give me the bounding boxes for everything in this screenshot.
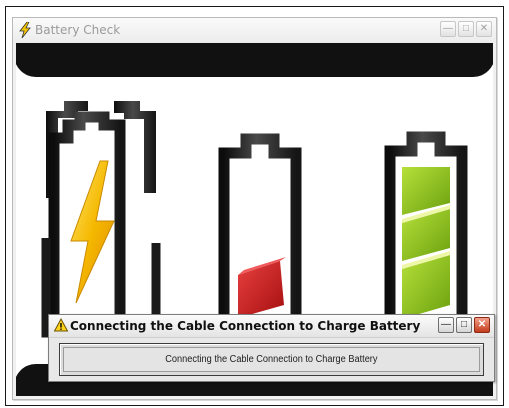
close-icon: ✕ [479,23,489,34]
status-inner: Connecting the Cable Connection to Charg… [63,347,480,372]
dialog-minimize-button[interactable]: — [438,317,454,333]
warning-icon [54,318,68,332]
dialog-maximize-button[interactable]: □ [456,317,472,333]
window-titlebar[interactable]: Battery Check — □ ✕ [13,18,496,43]
battery-charging-icon [41,101,161,349]
minimize-icon: — [443,23,453,34]
dialog-title: Connecting the Cable Connection to Charg… [70,319,421,333]
battery-full-icon [384,131,468,341]
minimize-icon: — [441,319,451,330]
maximize-button[interactable]: □ [458,21,474,37]
maximize-icon: □ [462,23,470,34]
charge-dialog: Connecting the Cable Connection to Charg… [48,314,495,382]
close-icon: ✕ [477,319,487,330]
maximize-icon: □ [460,319,468,330]
battery-low-icon [218,133,302,341]
lightning-bolt-icon [19,22,31,38]
dialog-close-button[interactable]: ✕ [474,317,490,333]
dialog-titlebar[interactable]: Connecting the Cable Connection to Charg… [49,315,494,338]
window-title: Battery Check [35,23,121,37]
minimize-button[interactable]: — [440,21,456,37]
status-box: Connecting the Cable Connection to Charg… [59,343,484,376]
status-message: Connecting the Cable Connection to Charg… [165,354,378,365]
close-button[interactable]: ✕ [476,21,492,37]
